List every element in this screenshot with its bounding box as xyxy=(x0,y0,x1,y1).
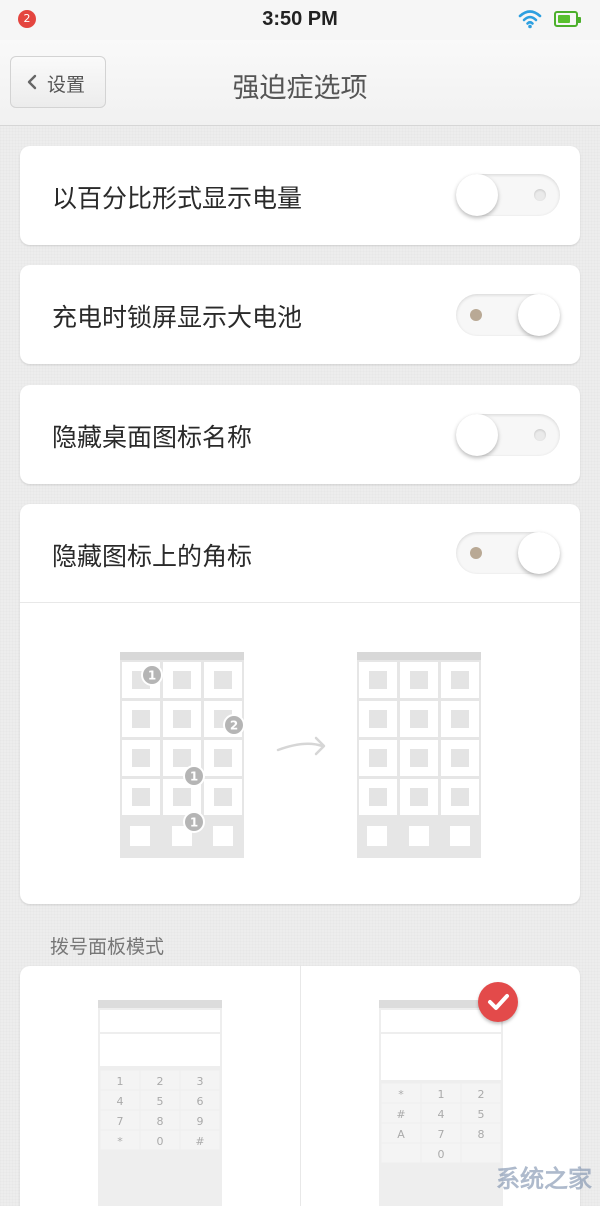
toggle-knob xyxy=(518,532,560,574)
dialpad-key-label: A xyxy=(397,1128,405,1141)
setting-row-battery-percentage: 以百分比形式显示电量 xyxy=(20,146,580,245)
setting-row-lockscreen-battery: 充电时锁屏显示大电池 xyxy=(20,265,580,364)
dialpad-key-label: 1 xyxy=(117,1075,124,1088)
dialpad-key-label: 2 xyxy=(157,1075,164,1088)
setting-row-hide-icon-names: 隐藏桌面图标名称 xyxy=(20,385,580,484)
toggle-knob xyxy=(456,174,498,216)
dialpad-key-label: 5 xyxy=(157,1095,164,1108)
toggle-indicator-dot xyxy=(470,547,482,559)
selected-checkmark-icon xyxy=(478,982,518,1022)
status-bar: 2 3:50 PM xyxy=(0,0,600,40)
dialpad-key-label: * xyxy=(117,1135,123,1148)
toggle-switch[interactable] xyxy=(456,414,560,456)
toggle-knob xyxy=(518,294,560,336)
toggle-switch[interactable] xyxy=(456,532,560,574)
dialpad-key-label: * xyxy=(398,1088,404,1101)
dialpad-key-label: 2 xyxy=(478,1088,485,1101)
dialpad-key-label: 5 xyxy=(478,1108,485,1121)
dialpad-key-label: 7 xyxy=(438,1128,445,1141)
badge-count: 1 xyxy=(190,770,198,784)
dialpad-key-label: 8 xyxy=(478,1128,485,1141)
phone-without-badges xyxy=(357,652,481,858)
battery-icon xyxy=(554,11,581,27)
toggle-indicator-dot xyxy=(470,309,482,321)
badge-count: 1 xyxy=(190,816,198,830)
dialpad-key-label: 3 xyxy=(197,1075,204,1088)
dialpad-layout-standard[interactable]: 1 2 3 4 5 6 7 8 9 * 0 # xyxy=(20,966,300,1206)
dialpad-key-label: 7 xyxy=(117,1115,124,1128)
notification-badge-marker: 1 xyxy=(183,765,205,787)
watermark: 系统之家 xyxy=(496,1165,592,1193)
setting-label: 隐藏图标上的角标 xyxy=(52,542,253,571)
setting-label: 充电时锁屏显示大电池 xyxy=(52,303,303,332)
dialpad-key-label: 8 xyxy=(157,1115,164,1128)
toggle-indicator-dot xyxy=(534,189,546,201)
toggle-switch[interactable] xyxy=(456,294,560,336)
setting-row-hide-icon-badges: 隐藏图标上的角标 1 2 1 1 xyxy=(20,504,580,904)
dialpad-key-label: 4 xyxy=(117,1095,124,1108)
dialpad-key-label: 1 xyxy=(438,1088,445,1101)
dialpad-key xyxy=(381,1143,421,1163)
notification-badge-marker: 1 xyxy=(183,811,205,833)
dialpad-key-label: # xyxy=(195,1135,204,1148)
page-title: 强迫症选项 xyxy=(232,73,368,104)
setting-label: 以百分比形式显示电量 xyxy=(52,184,303,213)
badge-count: 1 xyxy=(148,669,156,683)
notification-badge-marker: 2 xyxy=(223,714,245,736)
arrow-right-icon xyxy=(276,736,326,756)
badge-count: 2 xyxy=(230,719,238,733)
dialpad-key-label: 4 xyxy=(438,1108,445,1121)
dialpad-key-label: 9 xyxy=(197,1115,204,1128)
toggle-knob xyxy=(456,414,498,456)
dialpad-key-label: 0 xyxy=(438,1148,445,1161)
setting-label: 隐藏桌面图标名称 xyxy=(52,423,253,452)
toggle-indicator-dot xyxy=(534,429,546,441)
dialpad-key-label: 0 xyxy=(157,1135,164,1148)
section-label-dialpad: 拨号面板模式 xyxy=(50,936,165,958)
status-time: 3:50 PM xyxy=(262,8,338,30)
badge-demo-illustration: 1 2 1 1 xyxy=(120,652,481,858)
wifi-icon xyxy=(518,10,542,29)
dialpad-key-label: 6 xyxy=(197,1095,204,1108)
dialpad-key-label: # xyxy=(396,1108,405,1121)
toggle-switch[interactable] xyxy=(456,174,560,216)
notification-badge-marker: 1 xyxy=(141,664,163,686)
nav-bar: 设置 强迫症选项 xyxy=(0,40,600,126)
phone-with-badges: 1 2 1 1 xyxy=(120,652,245,858)
dialpad-key xyxy=(461,1143,501,1163)
divider xyxy=(20,602,580,603)
